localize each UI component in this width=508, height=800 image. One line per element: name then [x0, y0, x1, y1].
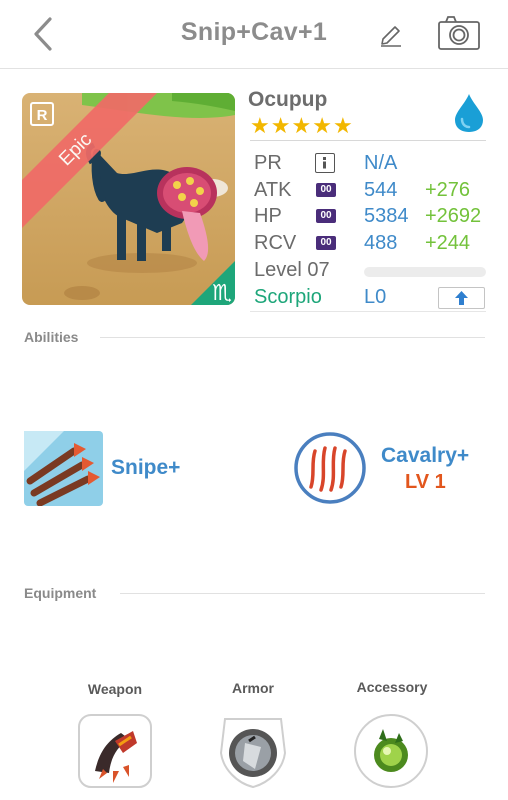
stat-value-hp: 5384: [364, 205, 409, 227]
claw-marks-icon[interactable]: [293, 431, 367, 505]
section-divider: [120, 593, 485, 594]
section-divider: [100, 337, 485, 338]
water-drop-icon: [452, 92, 486, 134]
triple-arrow-icon[interactable]: [24, 431, 103, 507]
ability-name-snipe[interactable]: Snipe+: [111, 456, 180, 480]
nav-bar: Snip+Cav+1: [0, 0, 508, 69]
rank-badge-letter: R: [37, 107, 48, 124]
armor-slot[interactable]: [215, 713, 291, 789]
stat-value-atk: 544: [364, 179, 398, 201]
luck-level: L0: [364, 286, 387, 308]
shield-armor-icon: [219, 718, 287, 789]
edit-pencil-icon[interactable]: [378, 22, 404, 48]
zodiac-corner-symbol: ♏: [212, 281, 232, 305]
stats-divider: [250, 140, 486, 141]
star-icon: ★: [291, 113, 312, 138]
star-icon: ★: [332, 113, 353, 138]
stat-tag-rcv: 00: [316, 236, 336, 250]
green-orb-accessory-icon: [354, 714, 428, 788]
monster-portrait[interactable]: Epic R ♏: [22, 93, 235, 305]
section-title-equipment: Equipment: [24, 585, 97, 601]
stat-label-rcv: RCV: [254, 232, 297, 254]
star-icon: ★: [250, 113, 270, 138]
ability-level-cavalry: LV 1: [405, 471, 446, 493]
level-label: Level 07: [254, 259, 330, 281]
upgrade-arrow-button[interactable]: [438, 287, 485, 309]
up-arrow-icon: [455, 291, 468, 305]
stat-bonus-rcv: +244: [425, 232, 471, 254]
camera-icon[interactable]: [437, 15, 481, 51]
monster-name: Ocupup: [248, 88, 328, 111]
claw-weapon-icon: [78, 714, 152, 788]
section-title-abilities: Abilities: [24, 329, 79, 345]
zodiac-corner-icon: ♏: [191, 261, 235, 305]
stat-tag-atk: 00: [316, 183, 336, 197]
stat-label-atk: ATK: [254, 179, 292, 201]
stat-label-hp: HP: [254, 205, 282, 227]
page-title: Snip+Cav+1: [180, 18, 328, 46]
rank-badge-icon: R: [29, 101, 55, 127]
level-progress-bar: [364, 267, 486, 277]
stat-value-rcv: 488: [364, 232, 398, 254]
stat-bonus-hp: +2692: [425, 205, 482, 227]
stat-value-pr: N/A: [364, 152, 398, 174]
zodiac-name: Scorpio: [254, 286, 322, 308]
equipment-label-accessory: Accessory: [356, 679, 428, 695]
star-icon: ★: [312, 113, 332, 138]
equipment-label-weapon: Weapon: [87, 681, 143, 697]
stats-bottom-divider: [250, 311, 486, 312]
accessory-slot[interactable]: [353, 713, 429, 789]
stat-tag-hp: 00: [316, 209, 336, 223]
stat-label-pr: PR: [254, 152, 282, 174]
stat-bonus-atk: +276: [425, 179, 471, 201]
info-icon[interactable]: [315, 153, 335, 173]
star-icon: ★: [270, 113, 291, 138]
ability-name-cavalry[interactable]: Cavalry+: [381, 444, 469, 468]
equipment-label-armor: Armor: [231, 680, 274, 696]
weapon-slot[interactable]: [77, 713, 153, 789]
star-rating: ★ ★ ★ ★ ★: [250, 115, 353, 137]
